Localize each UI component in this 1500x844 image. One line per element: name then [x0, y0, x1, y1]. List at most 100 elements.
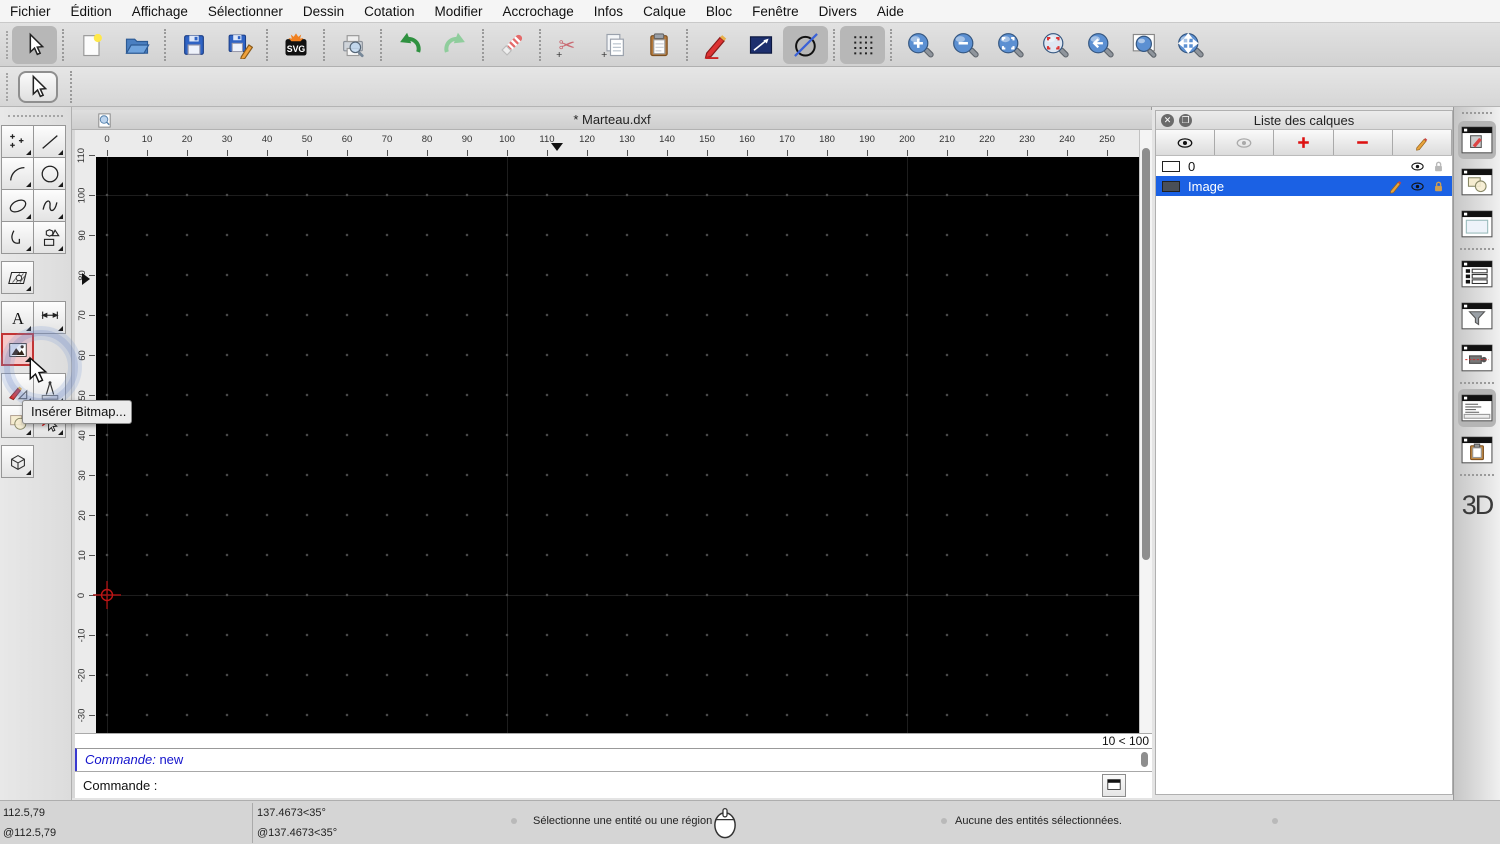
paste-button[interactable]	[636, 26, 681, 64]
edit-layer-button[interactable]	[1392, 130, 1453, 155]
layers-list: 0 Image	[1156, 156, 1452, 196]
polygon-tool[interactable]	[33, 221, 66, 254]
layer-row-0[interactable]: 0	[1156, 156, 1452, 176]
clipboard-panel-button[interactable]	[1458, 431, 1496, 469]
layer-row-image[interactable]: Image	[1156, 176, 1452, 196]
dock-3d-label[interactable]: 3D	[1454, 490, 1500, 521]
toolbar-separator	[482, 28, 484, 61]
layer-lock-icon[interactable]	[1431, 159, 1446, 174]
pan-button[interactable]	[1167, 26, 1212, 64]
menu-infos[interactable]: Infos	[584, 0, 633, 23]
view-3d-tool[interactable]	[1, 445, 34, 478]
status-bar: 112.5,79 @112.5,79 137.4673<35° @137.467…	[0, 800, 1500, 844]
line-attributes-button[interactable]	[738, 26, 783, 64]
h-ruler-label: 60	[341, 134, 353, 145]
float-panel-icon[interactable]: ❐	[1179, 113, 1192, 127]
print-preview-button[interactable]	[330, 26, 375, 64]
selection-status: Aucune des entités sélectionnées.	[955, 815, 1122, 827]
layer-visibility-icon[interactable]	[1410, 159, 1425, 174]
redo-button[interactable]	[432, 26, 477, 64]
show-all-layers-button[interactable]	[1156, 130, 1216, 155]
zoom-selection-button[interactable]	[1032, 26, 1077, 64]
hatch-tool[interactable]	[1, 261, 34, 294]
command-row: Commande :	[75, 771, 1152, 798]
remove-layer-button[interactable]	[1333, 130, 1393, 155]
h-ruler-label: 170	[779, 134, 795, 145]
menu-cotation[interactable]: Cotation	[354, 0, 424, 23]
new-drawing-button[interactable]	[69, 26, 114, 64]
points-tool[interactable]	[1, 125, 34, 158]
line-tool[interactable]	[33, 125, 66, 158]
toolbar-drag-handle	[6, 30, 8, 59]
command-input[interactable]	[163, 774, 1102, 796]
h-ruler-label: 70	[381, 134, 393, 145]
select-tool-button[interactable]	[12, 25, 57, 64]
undo-button[interactable]	[387, 26, 432, 64]
layer-lock-icon[interactable]	[1431, 179, 1446, 194]
command-line-panel-button[interactable]	[1458, 389, 1496, 427]
block-list-panel-button[interactable]	[1458, 163, 1496, 201]
canvas-vertical-scrollbar[interactable]	[1139, 130, 1152, 733]
h-ruler-label: 0	[104, 134, 110, 145]
save-button[interactable]	[171, 26, 216, 64]
menu-bloc[interactable]: Bloc	[696, 0, 742, 23]
save-as-button[interactable]	[216, 26, 261, 64]
menu-divers[interactable]: Divers	[809, 0, 867, 23]
menu-accrochage[interactable]: Accrochage	[492, 0, 583, 23]
zoom-auto-button[interactable]	[987, 26, 1032, 64]
text-tool[interactable]: A	[1, 301, 34, 334]
entity-list-panel-button[interactable]	[1458, 255, 1496, 293]
pen-button[interactable]	[693, 26, 738, 64]
delete-button[interactable]	[489, 26, 534, 64]
scrollbar-thumb[interactable]	[1142, 148, 1150, 560]
menu-dessin[interactable]: Dessin	[293, 0, 354, 23]
export-svg-button[interactable]: SVG	[273, 26, 318, 64]
history-scrollbar-thumb[interactable]	[1141, 752, 1148, 767]
drawing-canvas[interactable]	[93, 157, 1139, 733]
arc-tool[interactable]	[1, 157, 34, 190]
menu-fenetre[interactable]: Fenêtre	[742, 0, 809, 23]
zoom-window-button[interactable]	[1122, 26, 1167, 64]
menu-edition[interactable]: Édition	[61, 0, 122, 23]
add-layer-button[interactable]	[1274, 130, 1334, 155]
zoom-previous-button[interactable]	[1077, 26, 1122, 64]
grid-toggle-button[interactable]	[840, 25, 885, 64]
library-browser-panel-button[interactable]	[1458, 205, 1496, 243]
right-dock: 3D	[1453, 107, 1500, 800]
close-panel-icon[interactable]: ✕	[1161, 113, 1174, 127]
h-ruler-label: 90	[461, 134, 473, 145]
cut-button[interactable]: ✂ +	[546, 26, 591, 64]
menu-fichier[interactable]: Fichier	[0, 0, 61, 23]
open-drawing-button[interactable]	[114, 26, 159, 64]
layer-edit-icon[interactable]	[1388, 178, 1404, 194]
menu-affichage[interactable]: Affichage	[122, 0, 198, 23]
draft-mode-button[interactable]	[783, 25, 828, 64]
polyline-tool[interactable]	[1, 221, 34, 254]
absolute-coordinates: 112.5,79	[3, 807, 46, 819]
layer-list-panel-button[interactable]	[1458, 121, 1496, 159]
image-tool[interactable]	[1, 333, 34, 366]
hint-text: Sélectionne une entité ou une région	[533, 815, 713, 827]
hide-all-layers-button[interactable]	[1215, 130, 1275, 155]
menu-modifier[interactable]: Modifier	[424, 0, 492, 23]
menu-calque[interactable]: Calque	[633, 0, 696, 23]
command-dock-button[interactable]	[1102, 773, 1126, 797]
dimension-tool[interactable]	[33, 301, 66, 334]
zoom-in-button[interactable]	[897, 26, 942, 64]
h-ruler-label: 120	[579, 134, 595, 145]
dock-separator	[1460, 474, 1494, 476]
zoom-out-button[interactable]	[942, 26, 987, 64]
circle-tool[interactable]	[33, 157, 66, 190]
selection-arrow-button[interactable]	[18, 70, 58, 103]
spline-tool[interactable]	[33, 189, 66, 222]
tool-options-panel-button[interactable]	[1458, 339, 1496, 377]
menu-selectionner[interactable]: Sélectionner	[198, 0, 293, 23]
ellipse-tool[interactable]	[1, 189, 34, 222]
toolbar-separator	[833, 28, 835, 61]
toolbar-separator	[890, 28, 892, 61]
menu-aide[interactable]: Aide	[867, 0, 914, 23]
copy-button[interactable]: +	[591, 26, 636, 64]
selection-filter-panel-button[interactable]	[1458, 297, 1496, 335]
layer-visibility-icon[interactable]	[1410, 179, 1425, 194]
toolbar-separator	[62, 28, 64, 61]
